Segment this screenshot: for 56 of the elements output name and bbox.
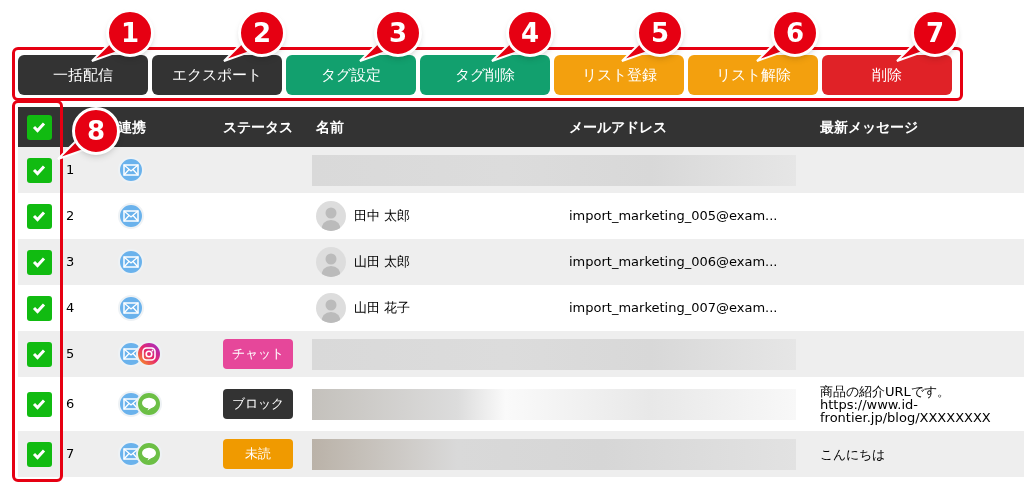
email-address: import_marketing_006@exam... xyxy=(569,254,778,270)
toolbar-button[interactable]: エクスポート xyxy=(152,55,282,95)
column-header: 最新メッセージ xyxy=(820,118,918,135)
checkbox[interactable] xyxy=(26,341,52,367)
table-row[interactable]: 7 未読 こんにちは xyxy=(18,431,1024,477)
checkbox[interactable] xyxy=(26,441,52,467)
callout-number: 5 xyxy=(636,9,684,57)
column-header: メールアドレス xyxy=(569,118,667,135)
callout-number: 7 xyxy=(911,9,959,57)
check-icon xyxy=(32,210,46,222)
latest-message: こんにちは xyxy=(820,447,886,461)
check-icon xyxy=(32,398,46,410)
status-tag: 未読 xyxy=(223,439,293,469)
column-header: 連携 xyxy=(118,118,146,135)
row-number: 1 xyxy=(66,162,75,178)
toolbar-button[interactable]: 一括配信 xyxy=(18,55,148,95)
check-icon xyxy=(32,121,46,133)
avatar-icon xyxy=(316,201,346,231)
table-row[interactable]: 5 チャット xyxy=(18,331,1024,377)
email-address: import_marketing_005@exam... xyxy=(569,208,778,224)
row-number: 4 xyxy=(66,300,75,316)
check-icon xyxy=(32,302,46,314)
contact-name: 田中 太郎 xyxy=(354,207,411,226)
checkbox[interactable] xyxy=(26,203,52,229)
table-row[interactable]: 1 xyxy=(18,147,1024,193)
callout-number: 3 xyxy=(374,9,422,57)
check-icon xyxy=(32,256,46,268)
row-number: 6 xyxy=(66,396,75,412)
row-number: 2 xyxy=(66,208,75,224)
check-icon xyxy=(32,348,46,360)
status-tag: ブロック xyxy=(223,389,293,419)
latest-message: 商品の紹介URLです。 https://www.id- frontier.jp/blog/XXXXXXXX xyxy=(820,384,992,424)
check-icon xyxy=(32,448,46,460)
callout-number: 6 xyxy=(771,9,819,57)
avatar-icon xyxy=(316,247,346,277)
callout-number: 1 xyxy=(106,9,154,57)
column-header: 名前 xyxy=(316,118,344,135)
check-icon xyxy=(32,164,46,176)
checkbox[interactable] xyxy=(26,114,52,140)
table-row[interactable]: 3 山田 太郎 import_marketing_006@exam... xyxy=(18,239,1024,285)
email-address: import_marketing_007@exam... xyxy=(569,300,778,316)
callout-number: 2 xyxy=(238,9,286,57)
checkbox[interactable] xyxy=(26,391,52,417)
toolbar-button[interactable]: 削除 xyxy=(822,55,952,95)
contact-name: 山田 太郎 xyxy=(354,253,411,272)
row-number: 3 xyxy=(66,254,75,270)
checkbox[interactable] xyxy=(26,249,52,275)
callout-number: 4 xyxy=(506,9,554,57)
checkbox[interactable] xyxy=(26,157,52,183)
contact-name: 山田 花子 xyxy=(354,299,411,318)
row-number: 5 xyxy=(66,346,75,362)
row-number: 7 xyxy=(66,446,75,462)
status-tag: チャット xyxy=(223,339,293,369)
column-header: ステータス xyxy=(223,118,293,135)
checkbox[interactable] xyxy=(26,295,52,321)
avatar-icon xyxy=(316,293,346,323)
